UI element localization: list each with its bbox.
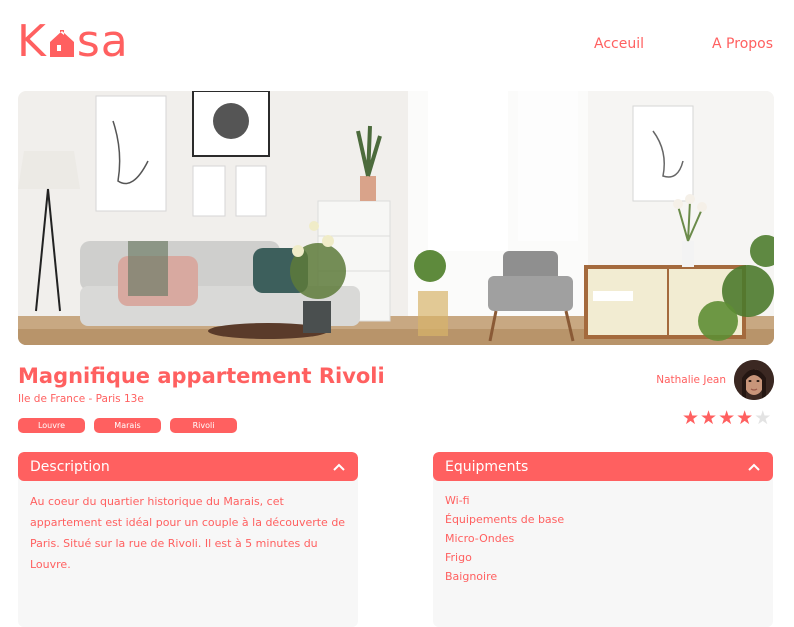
equipments-toggle[interactable]: Equipments	[433, 452, 773, 481]
tag-list: Louvre Marais Rivoli	[18, 418, 237, 433]
star-icon: ★	[682, 407, 700, 429]
main-nav: Acceuil A Propos	[594, 36, 773, 52]
equipment-list: Wi-fi Équipements de base Micro-Ondes Fr…	[433, 481, 773, 596]
house-icon	[49, 30, 74, 57]
listing-location: Ile de France - Paris 13e	[18, 393, 144, 405]
description-collapse: Description Au coeur du quartier histori…	[18, 452, 358, 627]
description-title: Description	[30, 458, 110, 475]
list-item: Micro-Ondes	[445, 532, 515, 545]
list-item: Wi-fi	[445, 494, 470, 507]
banner-photo	[18, 91, 774, 345]
avatar	[734, 360, 774, 400]
tag: Marais	[94, 418, 161, 433]
nav-home-link[interactable]: Acceuil	[594, 36, 644, 52]
list-item: Équipements de base	[445, 513, 565, 526]
list-item: Baignoire	[445, 570, 498, 583]
host-name: Nathalie Jean	[656, 374, 726, 386]
equipments-title: Equipments	[445, 458, 529, 475]
nav-about-link[interactable]: A Propos	[712, 36, 773, 52]
star-icon: ★	[718, 407, 736, 429]
tag: Louvre	[18, 418, 85, 433]
rating: ★ ★ ★ ★ ★	[682, 407, 771, 429]
description-text: Au coeur du quartier historique du Marai…	[30, 495, 346, 571]
star-icon: ★	[736, 407, 754, 429]
star-icon: ★	[700, 407, 718, 429]
listing-title: Magnifique appartement Rivoli	[18, 364, 385, 388]
star-icon: ★	[754, 407, 772, 429]
logo-text-left: K	[17, 16, 47, 67]
list-item: Frigo	[445, 551, 472, 564]
description-toggle[interactable]: Description	[18, 452, 358, 481]
chevron-up-icon[interactable]	[748, 463, 760, 471]
equipments-collapse: Equipments Wi-fi Équipements de base Mic…	[433, 452, 773, 627]
logo[interactable]: K sa	[17, 20, 129, 64]
tag: Rivoli	[170, 418, 237, 433]
chevron-up-icon[interactable]	[333, 463, 345, 471]
logo-text-right: sa	[76, 16, 129, 67]
